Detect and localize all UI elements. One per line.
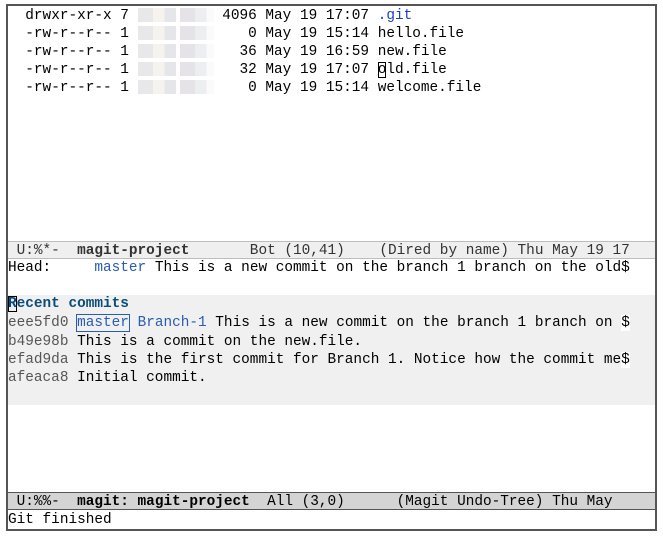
- mode-line-dired[interactable]: U:%*- magit-project Bot (10,41) (Dired b…: [8, 241, 655, 259]
- file-time: 16:59: [325, 44, 370, 60]
- file-size: 36: [239, 44, 257, 60]
- commit-message: Initial commit.: [68, 370, 207, 386]
- file-permissions: drwxr-xr-x: [25, 8, 112, 24]
- commit-row[interactable]: afeaca8 Initial commit.: [8, 369, 207, 387]
- dired-row[interactable]: drwxr-xr-x 7 4096 May 19 17:07 .git: [8, 7, 412, 25]
- mode-line-magit[interactable]: U:%%- magit: magit-project All (3,0) (Ma…: [8, 492, 655, 510]
- link-count: 1: [120, 62, 129, 78]
- truncation-marker: $: [621, 260, 630, 276]
- dired-row[interactable]: -rw-r--r-- 1 32 May 19 17:07 old.file: [8, 61, 447, 79]
- buffer-name[interactable]: magit-project: [77, 243, 189, 259]
- head-message: This is a new commit on the branch 1 bra…: [146, 260, 622, 276]
- redacted-owner-group: [137, 44, 214, 59]
- commit-hash[interactable]: eee5fd0: [8, 315, 68, 331]
- major-mode[interactable]: (Magit Undo-Tree): [397, 494, 544, 510]
- file-permissions: -rw-r--r--: [25, 26, 112, 42]
- file-size: 4096: [222, 8, 257, 24]
- commit-hash[interactable]: b49e98b: [8, 334, 68, 350]
- dired-row[interactable]: -rw-r--r-- 1 0 May 19 15:14 hello.file: [8, 25, 464, 43]
- major-mode[interactable]: (Dired by name): [379, 243, 509, 259]
- branch-ref[interactable]: Branch-1: [138, 315, 207, 331]
- link-count: 1: [120, 44, 129, 60]
- head-branch[interactable]: master: [94, 260, 146, 276]
- file-month: May: [265, 80, 292, 96]
- text-cursor: R: [8, 296, 17, 312]
- truncation-marker: $: [621, 352, 630, 368]
- frame-top-border: [6, 4, 657, 6]
- file-time: 15:14: [325, 26, 370, 42]
- file-day: 19: [299, 80, 318, 96]
- file-month: May: [265, 26, 292, 42]
- commit-message: This is a new commit on the branch 1 bra…: [206, 315, 622, 331]
- commit-message: This is a commit on the new.file.: [68, 334, 363, 350]
- file-time: 17:07: [325, 62, 370, 78]
- head-line[interactable]: Head: master This is a new commit on the…: [8, 259, 630, 277]
- redacted-owner-group: [137, 62, 214, 77]
- commit-hash[interactable]: afeaca8: [8, 370, 68, 386]
- clock: Thu May: [543, 494, 613, 510]
- buffer-position: All (3,0): [249, 494, 397, 510]
- buffer-status: U:%*-: [8, 243, 78, 259]
- file-name[interactable]: hello.file: [378, 26, 464, 42]
- file-month: May: [265, 44, 292, 60]
- head-label: Head:: [8, 260, 95, 276]
- file-size: 0: [248, 80, 257, 96]
- commit-row[interactable]: b49e98b This is a commit on the new.file…: [8, 333, 362, 351]
- file-time: 15:14: [325, 80, 370, 96]
- file-permissions: -rw-r--r--: [25, 62, 112, 78]
- commit-row[interactable]: eee5fd0 master Branch-1 This is a new co…: [8, 314, 630, 332]
- echo-area: Git finished: [8, 512, 112, 528]
- redacted-owner-group: [137, 80, 214, 95]
- commit-row[interactable]: efad9da This is the first commit for Bra…: [8, 351, 630, 369]
- recent-commits-heading[interactable]: Recent commits: [8, 295, 129, 313]
- redacted-owner-group: [137, 8, 214, 23]
- file-month: May: [265, 8, 292, 24]
- file-name[interactable]: welcome.file: [378, 80, 482, 96]
- dired-row[interactable]: -rw-r--r-- 1 36 May 19 16:59 new.file: [8, 43, 447, 61]
- link-count: 1: [120, 80, 129, 96]
- file-permissions: -rw-r--r--: [25, 44, 112, 60]
- clock: Thu May 19 17: [508, 243, 630, 259]
- file-name-directory[interactable]: .git: [378, 8, 413, 24]
- file-day: 19: [299, 44, 318, 60]
- branch-ref-current[interactable]: master: [76, 314, 130, 332]
- file-name[interactable]: new.file: [378, 44, 447, 60]
- file-day: 19: [299, 26, 318, 42]
- buffer-status: U:%%-: [8, 494, 78, 510]
- truncation-marker: $: [621, 315, 630, 331]
- link-count: 1: [120, 26, 129, 42]
- file-day: 19: [299, 8, 318, 24]
- section-title: ecent commits: [16, 296, 129, 312]
- file-size: 32: [239, 62, 257, 78]
- commit-hash[interactable]: efad9da: [8, 352, 68, 368]
- file-time: 17:07: [325, 8, 370, 24]
- file-permissions: -rw-r--r--: [25, 80, 112, 96]
- commit-message: This is the first commit for Branch 1. N…: [68, 352, 622, 368]
- link-count: 7: [120, 8, 129, 24]
- file-day: 19: [299, 62, 318, 78]
- file-month: May: [265, 62, 292, 78]
- dired-row[interactable]: -rw-r--r-- 1 0 May 19 15:14 welcome.file: [8, 79, 481, 97]
- buffer-name[interactable]: magit: magit-project: [77, 494, 250, 510]
- buffer-position: Bot (10,41): [189, 243, 380, 259]
- file-size: 0: [248, 26, 257, 42]
- file-name[interactable]: old.file: [377, 62, 447, 78]
- redacted-owner-group: [137, 26, 214, 41]
